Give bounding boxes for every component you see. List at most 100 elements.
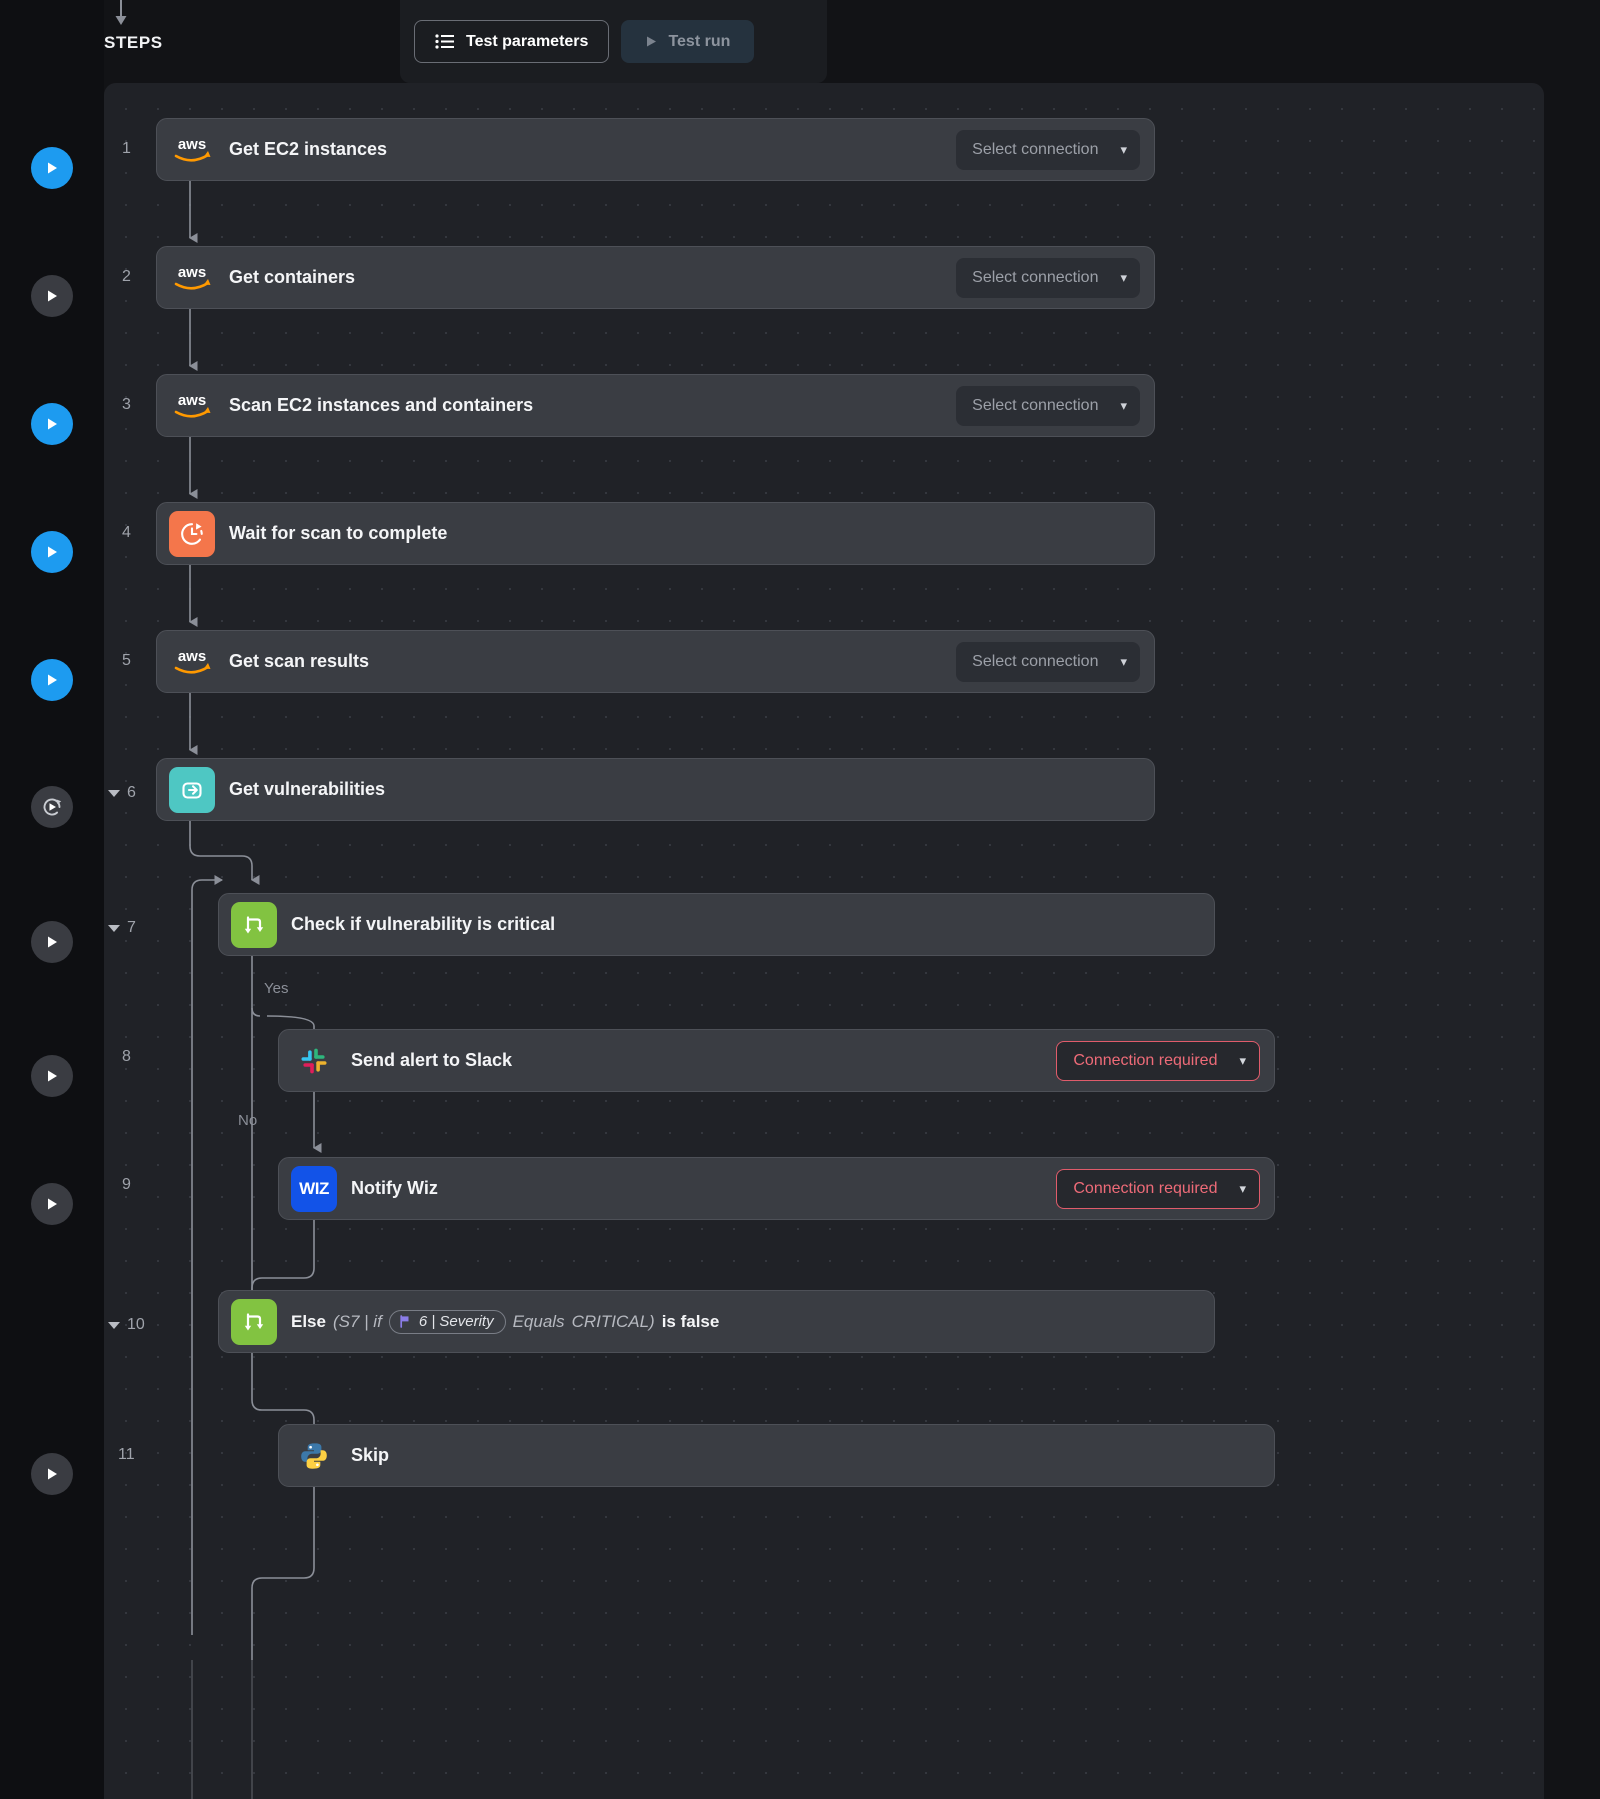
play-icon (48, 162, 57, 174)
connection-select-9[interactable]: Connection required ▾ (1056, 1168, 1260, 1209)
step-title: Wait for scan to complete (229, 523, 448, 543)
step-card-8[interactable]: Send alert to Slack Connection required … (278, 1029, 1275, 1092)
aws-icon: aws (169, 639, 215, 685)
step-number-text: 1 (122, 140, 131, 157)
else-tail: is false (661, 1311, 720, 1331)
play-icon (48, 1468, 57, 1480)
step-card-3[interactable]: aws Scan EC2 instances and containers Se… (156, 374, 1155, 437)
loop-play-icon (43, 798, 62, 816)
step-number-8: 8 (122, 1048, 131, 1066)
step-card-1[interactable]: aws Get EC2 instances Select connection … (156, 118, 1155, 181)
connection-label: Select connection (972, 268, 1099, 286)
collapse-caret-6[interactable] (108, 789, 120, 797)
workflow-editor: STEPS Test parameters Test run Yes No 1 … (0, 0, 1600, 1799)
step-title: Get vulnerabilities (229, 779, 386, 799)
step-number-4: 4 (122, 524, 131, 542)
run-step-button-5[interactable] (31, 659, 73, 701)
loop-icon (169, 766, 215, 813)
step-card-10[interactable]: Else (S7 | if 6 | Severity Equals CRITIC… (218, 1290, 1215, 1353)
chevron-down-icon: ▾ (1120, 142, 1127, 157)
wire-label-no: No (238, 1112, 258, 1129)
step-number-10: 10 (108, 1316, 145, 1334)
run-step-button-7[interactable] (31, 921, 73, 963)
else-value: CRITICAL) (571, 1311, 655, 1331)
run-step-button-6[interactable] (31, 786, 73, 828)
step-number-7: 7 (108, 919, 136, 937)
run-step-button-8[interactable] (31, 1055, 73, 1097)
test-toolbar: Test parameters Test run (400, 0, 827, 83)
step-number-5: 5 (122, 652, 131, 670)
connection-select-3[interactable]: Select connection ▾ (956, 385, 1140, 426)
step-title: Get containers (229, 267, 356, 287)
step-title: Check if vulnerability is critical (291, 914, 556, 934)
step-card-9[interactable]: WIZ Notify Wiz Connection required ▾ (278, 1157, 1275, 1220)
step-number-11: 11 (118, 1446, 135, 1464)
run-step-button-4[interactable] (31, 531, 73, 573)
incoming-arrow-icon (115, 0, 127, 25)
list-icon (435, 34, 454, 49)
step-number-text: 5 (122, 652, 131, 669)
run-rail (0, 0, 104, 1799)
svg-text:aws: aws (178, 136, 206, 153)
play-icon (48, 1198, 57, 1210)
wiz-icon: WIZ (291, 1165, 337, 1212)
run-step-button-2[interactable] (31, 275, 73, 317)
svg-text:aws: aws (178, 264, 206, 281)
run-step-button-1[interactable] (31, 147, 73, 189)
step-number-text: 10 (127, 1316, 145, 1333)
connection-select-8[interactable]: Connection required ▾ (1056, 1040, 1260, 1081)
step-number-1: 1 (122, 140, 131, 158)
wire-label-yes: Yes (264, 980, 289, 997)
step-number-text: 11 (118, 1446, 135, 1463)
step-number-2: 2 (122, 268, 131, 286)
run-step-button-9[interactable] (31, 1183, 73, 1225)
step-title: Skip (351, 1445, 390, 1465)
variable-chip-label: 6 | Severity (418, 1312, 494, 1330)
chevron-down-icon: ▾ (1120, 270, 1127, 285)
test-parameters-button[interactable]: Test parameters (414, 20, 610, 63)
steps-label: STEPS (104, 33, 163, 52)
chevron-down-icon: ▾ (1239, 1053, 1246, 1068)
step-card-4[interactable]: Wait for scan to complete (156, 502, 1155, 565)
step-card-7[interactable]: Check if vulnerability is critical (218, 893, 1215, 956)
step-number-9: 9 (122, 1176, 131, 1194)
connection-select-1[interactable]: Select connection ▾ (956, 129, 1140, 170)
step-title: Get scan results (229, 651, 370, 671)
step-card-6[interactable]: Get vulnerabilities (156, 758, 1155, 821)
step-number-text: 7 (127, 919, 136, 936)
step-card-5[interactable]: aws Get scan results Select connection ▾ (156, 630, 1155, 693)
svg-text:aws: aws (178, 648, 206, 665)
connection-label: Connection required (1073, 1179, 1218, 1197)
chevron-down-icon: ▾ (1120, 398, 1127, 413)
play-icon (48, 546, 57, 558)
play-icon (48, 674, 57, 686)
else-operator: Equals (512, 1311, 565, 1331)
step-number-6: 6 (108, 784, 136, 802)
variable-chip[interactable]: 6 | Severity (388, 1309, 506, 1334)
else-expression: Else (S7 | if 6 | Severity Equals CRITIC… (291, 1309, 720, 1334)
run-step-button-11[interactable] (31, 1453, 73, 1495)
step-number-text: 9 (122, 1176, 131, 1193)
chevron-down-icon: ▾ (1239, 1181, 1246, 1196)
collapse-caret-7[interactable] (108, 924, 120, 932)
test-parameters-label: Test parameters (466, 32, 589, 50)
play-icon (48, 1070, 57, 1082)
step-number-text: 4 (122, 524, 131, 541)
step-card-11[interactable]: Skip (278, 1424, 1275, 1487)
aws-icon: aws (169, 255, 215, 301)
collapse-caret-10[interactable] (108, 1321, 120, 1329)
else-keyword: Else (291, 1311, 326, 1331)
svg-text:aws: aws (178, 392, 206, 409)
connection-label: Select connection (972, 652, 1099, 670)
connection-select-5[interactable]: Select connection ▾ (956, 641, 1140, 682)
run-step-button-3[interactable] (31, 403, 73, 445)
test-run-button[interactable]: Test run (621, 20, 755, 63)
else-open: (S7 | if (332, 1311, 382, 1331)
step-title: Send alert to Slack (351, 1050, 513, 1070)
chevron-down-icon: ▾ (1120, 654, 1127, 669)
play-icon (48, 936, 57, 948)
connection-select-2[interactable]: Select connection ▾ (956, 257, 1140, 298)
slack-icon (291, 1038, 337, 1084)
step-card-2[interactable]: aws Get containers Select connection ▾ (156, 246, 1155, 309)
step-number-text: 6 (127, 784, 136, 801)
